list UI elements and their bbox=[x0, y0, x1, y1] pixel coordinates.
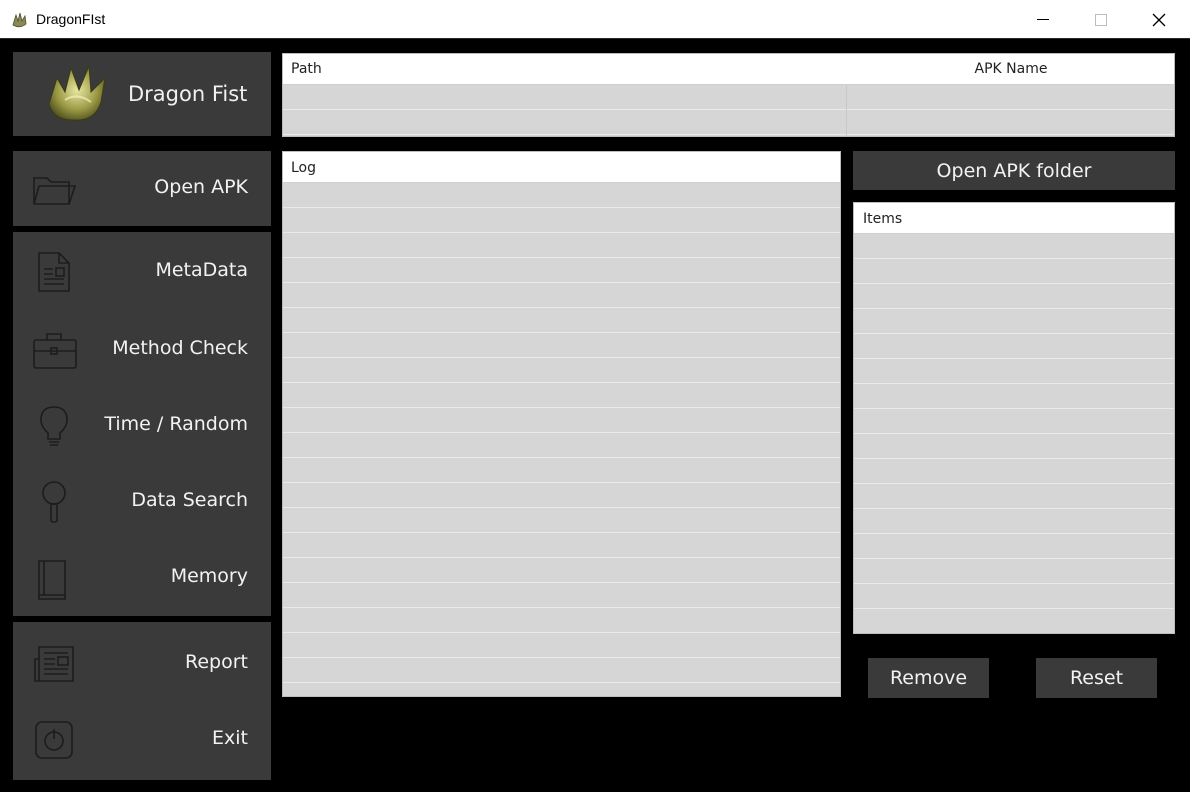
list-item[interactable] bbox=[283, 583, 840, 608]
list-item[interactable] bbox=[283, 358, 840, 383]
book-icon bbox=[38, 560, 66, 600]
sidebar-item-report[interactable]: Report bbox=[13, 628, 271, 698]
sidebar-item-exit[interactable]: Exit bbox=[13, 704, 271, 774]
items-header-label: Items bbox=[863, 211, 903, 227]
sidebar-item-label: Memory bbox=[170, 565, 248, 587]
list-item[interactable] bbox=[283, 508, 840, 533]
remove-button[interactable]: Remove bbox=[868, 658, 989, 698]
items-rows bbox=[854, 234, 1174, 609]
log-rows bbox=[283, 183, 840, 683]
table-header: Path APK Name bbox=[283, 54, 1174, 85]
logo-panel: Dragon Fist bbox=[13, 52, 271, 136]
sidebar-item-memory[interactable]: Memory bbox=[13, 542, 271, 612]
list-item[interactable] bbox=[854, 359, 1174, 384]
sidebar-item-label: Exit bbox=[212, 727, 248, 749]
lightbulb-icon bbox=[40, 406, 68, 446]
log-header: Log bbox=[283, 152, 840, 183]
magnifier-icon bbox=[42, 481, 66, 523]
list-item[interactable] bbox=[854, 309, 1174, 334]
list-item[interactable] bbox=[854, 559, 1174, 584]
list-item[interactable] bbox=[854, 484, 1174, 509]
list-item[interactable] bbox=[283, 383, 840, 408]
close-icon bbox=[1152, 13, 1166, 26]
list-item[interactable] bbox=[283, 558, 840, 583]
folder-icon bbox=[33, 177, 77, 205]
sidebar-item-method-check[interactable]: Method Check bbox=[13, 314, 271, 384]
title-bar: DragonFIst bbox=[0, 0, 1190, 39]
list-item[interactable] bbox=[283, 308, 840, 333]
list-item[interactable] bbox=[283, 258, 840, 283]
window-title: DragonFIst bbox=[36, 11, 106, 27]
list-item[interactable] bbox=[854, 284, 1174, 309]
open-apk-folder-button[interactable]: Open APK folder bbox=[853, 151, 1175, 190]
sidebar-item-label: MetaData bbox=[155, 259, 248, 281]
sidebar-item-data-search[interactable]: Data Search bbox=[13, 466, 271, 536]
close-button[interactable] bbox=[1130, 0, 1188, 39]
minimize-icon bbox=[1037, 19, 1049, 20]
list-item[interactable] bbox=[283, 533, 840, 558]
list-item[interactable] bbox=[283, 233, 840, 258]
items-list[interactable]: Items bbox=[853, 202, 1175, 634]
sidebar-item-label: Report bbox=[185, 651, 248, 673]
column-header-apk-name: APK Name bbox=[974, 61, 1048, 77]
list-item[interactable] bbox=[854, 434, 1174, 459]
list-item[interactable] bbox=[283, 208, 840, 233]
sidebar-item-label: Open APK bbox=[154, 176, 248, 198]
list-item[interactable] bbox=[854, 384, 1174, 409]
list-item[interactable] bbox=[283, 483, 840, 508]
list-item[interactable] bbox=[854, 459, 1174, 484]
sidebar-item-open-apk[interactable]: Open APK bbox=[13, 153, 271, 223]
list-item[interactable] bbox=[854, 534, 1174, 559]
maximize-icon bbox=[1095, 13, 1107, 26]
sidebar-report-group: Report Exit bbox=[13, 622, 271, 780]
list-item[interactable] bbox=[283, 658, 840, 683]
newspaper-icon bbox=[34, 646, 74, 682]
list-item[interactable] bbox=[854, 509, 1174, 534]
list-item[interactable] bbox=[854, 234, 1174, 259]
logo-title: Dragon Fist bbox=[128, 82, 248, 106]
list-item[interactable] bbox=[283, 433, 840, 458]
list-item[interactable] bbox=[283, 408, 840, 433]
list-item[interactable] bbox=[283, 633, 840, 658]
log-list[interactable]: Log bbox=[282, 151, 841, 697]
power-icon bbox=[35, 721, 73, 759]
reset-button[interactable]: Reset bbox=[1036, 658, 1157, 698]
list-item[interactable] bbox=[854, 584, 1174, 609]
document-icon bbox=[38, 252, 70, 292]
maximize-button[interactable] bbox=[1072, 0, 1130, 39]
sidebar-item-label: Method Check bbox=[112, 337, 248, 359]
list-item[interactable] bbox=[283, 183, 840, 208]
list-item[interactable] bbox=[283, 608, 840, 633]
briefcase-icon bbox=[33, 333, 77, 369]
list-item[interactable] bbox=[854, 259, 1174, 284]
column-header-path: Path bbox=[291, 61, 322, 77]
log-header-label: Log bbox=[291, 160, 317, 176]
path-table[interactable]: Path APK Name bbox=[282, 53, 1175, 137]
list-item[interactable] bbox=[854, 334, 1174, 359]
sidebar-item-time-random[interactable]: Time / Random bbox=[13, 390, 271, 460]
sidebar-open-group: Open APK bbox=[13, 151, 271, 226]
sidebar-item-label: Data Search bbox=[131, 489, 248, 511]
list-item[interactable] bbox=[283, 333, 840, 358]
minimize-button[interactable] bbox=[1014, 0, 1072, 39]
list-item[interactable] bbox=[854, 409, 1174, 434]
sidebar-item-metadata[interactable]: MetaData bbox=[13, 236, 271, 306]
items-header: Items bbox=[854, 203, 1174, 234]
dragon-claw-icon bbox=[12, 12, 27, 28]
sidebar-item-label: Time / Random bbox=[104, 413, 248, 435]
list-item[interactable] bbox=[283, 458, 840, 483]
sidebar-analysis-group: MetaData Method Check Time / Random Data… bbox=[13, 232, 271, 616]
list-item[interactable] bbox=[283, 283, 840, 308]
dragon-claw-icon bbox=[48, 65, 106, 121]
